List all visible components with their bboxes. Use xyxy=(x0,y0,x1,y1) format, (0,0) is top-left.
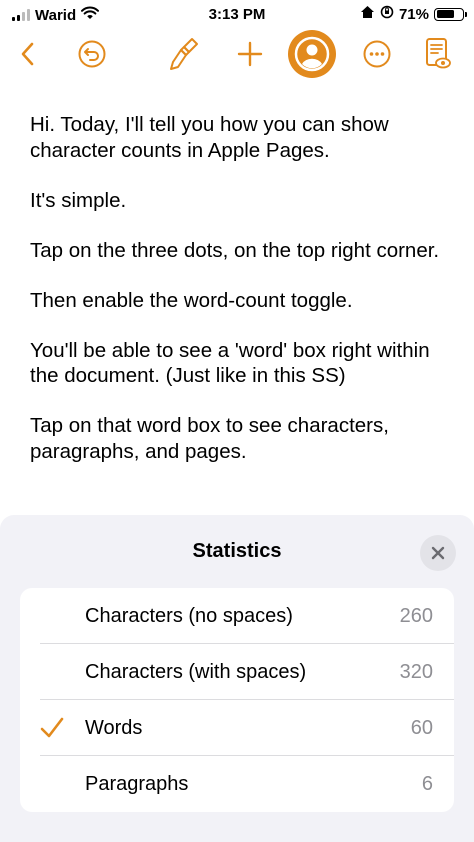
document-paragraph: Then enable the word-count toggle. xyxy=(30,288,353,312)
sheet-title: Statistics xyxy=(192,540,282,562)
orientation-lock-icon xyxy=(380,5,394,23)
document-paragraph: You'll be able to see a 'word' box right… xyxy=(30,338,430,388)
battery-icon xyxy=(434,7,467,21)
add-icon[interactable] xyxy=(230,34,270,74)
toolbar xyxy=(0,30,474,78)
stat-row-paragraphs[interactable]: Paragraphs 6 xyxy=(20,756,454,812)
stat-value: 6 xyxy=(421,773,433,795)
document-paragraph: Tap on that word box to see characters, … xyxy=(30,414,389,463)
stat-value: 60 xyxy=(410,717,433,739)
stat-label: Characters (with spaces) xyxy=(85,661,307,683)
undo-icon[interactable] xyxy=(72,34,112,74)
stat-value: 320 xyxy=(399,661,433,683)
battery-level-fill xyxy=(436,10,454,18)
home-icon xyxy=(360,5,375,23)
document-body[interactable]: Hi. Today, I'll tell you how you can sho… xyxy=(30,112,450,489)
reading-view-icon[interactable] xyxy=(418,34,458,74)
back-chevron-icon[interactable] xyxy=(8,34,48,74)
document-paragraph: It's simple. xyxy=(30,188,127,212)
close-button[interactable] xyxy=(420,535,456,571)
status-right: 71% xyxy=(360,5,467,23)
document-paragraph: Hi. Today, I'll tell you how you can sho… xyxy=(30,113,389,162)
checkmark-icon xyxy=(40,717,64,744)
stat-row-characters-no-spaces[interactable]: Characters (no spaces) 260 xyxy=(20,588,454,644)
stat-row-words[interactable]: Words 60 xyxy=(20,700,454,756)
stat-label: Words xyxy=(85,717,143,739)
stat-label: Paragraphs xyxy=(85,773,189,795)
close-icon xyxy=(431,546,445,560)
paintbrush-icon[interactable] xyxy=(164,34,204,74)
collaborator-icon[interactable] xyxy=(288,30,336,78)
stat-value: 260 xyxy=(399,605,433,627)
stat-row-characters-with-spaces[interactable]: Characters (with spaces) 320 xyxy=(20,644,454,700)
more-icon[interactable] xyxy=(357,34,397,74)
document-paragraph: Tap on the three dots, on the top right … xyxy=(30,238,440,262)
battery-percent: 71% xyxy=(398,5,429,23)
status-bar: Warid 3:13 PM 71% xyxy=(0,0,474,30)
statistics-sheet: Statistics Characters (no spaces) 260 Ch… xyxy=(0,515,474,842)
statistics-list: Characters (no spaces) 260 Characters (w… xyxy=(20,588,454,812)
stat-label: Characters (no spaces) xyxy=(85,605,293,627)
